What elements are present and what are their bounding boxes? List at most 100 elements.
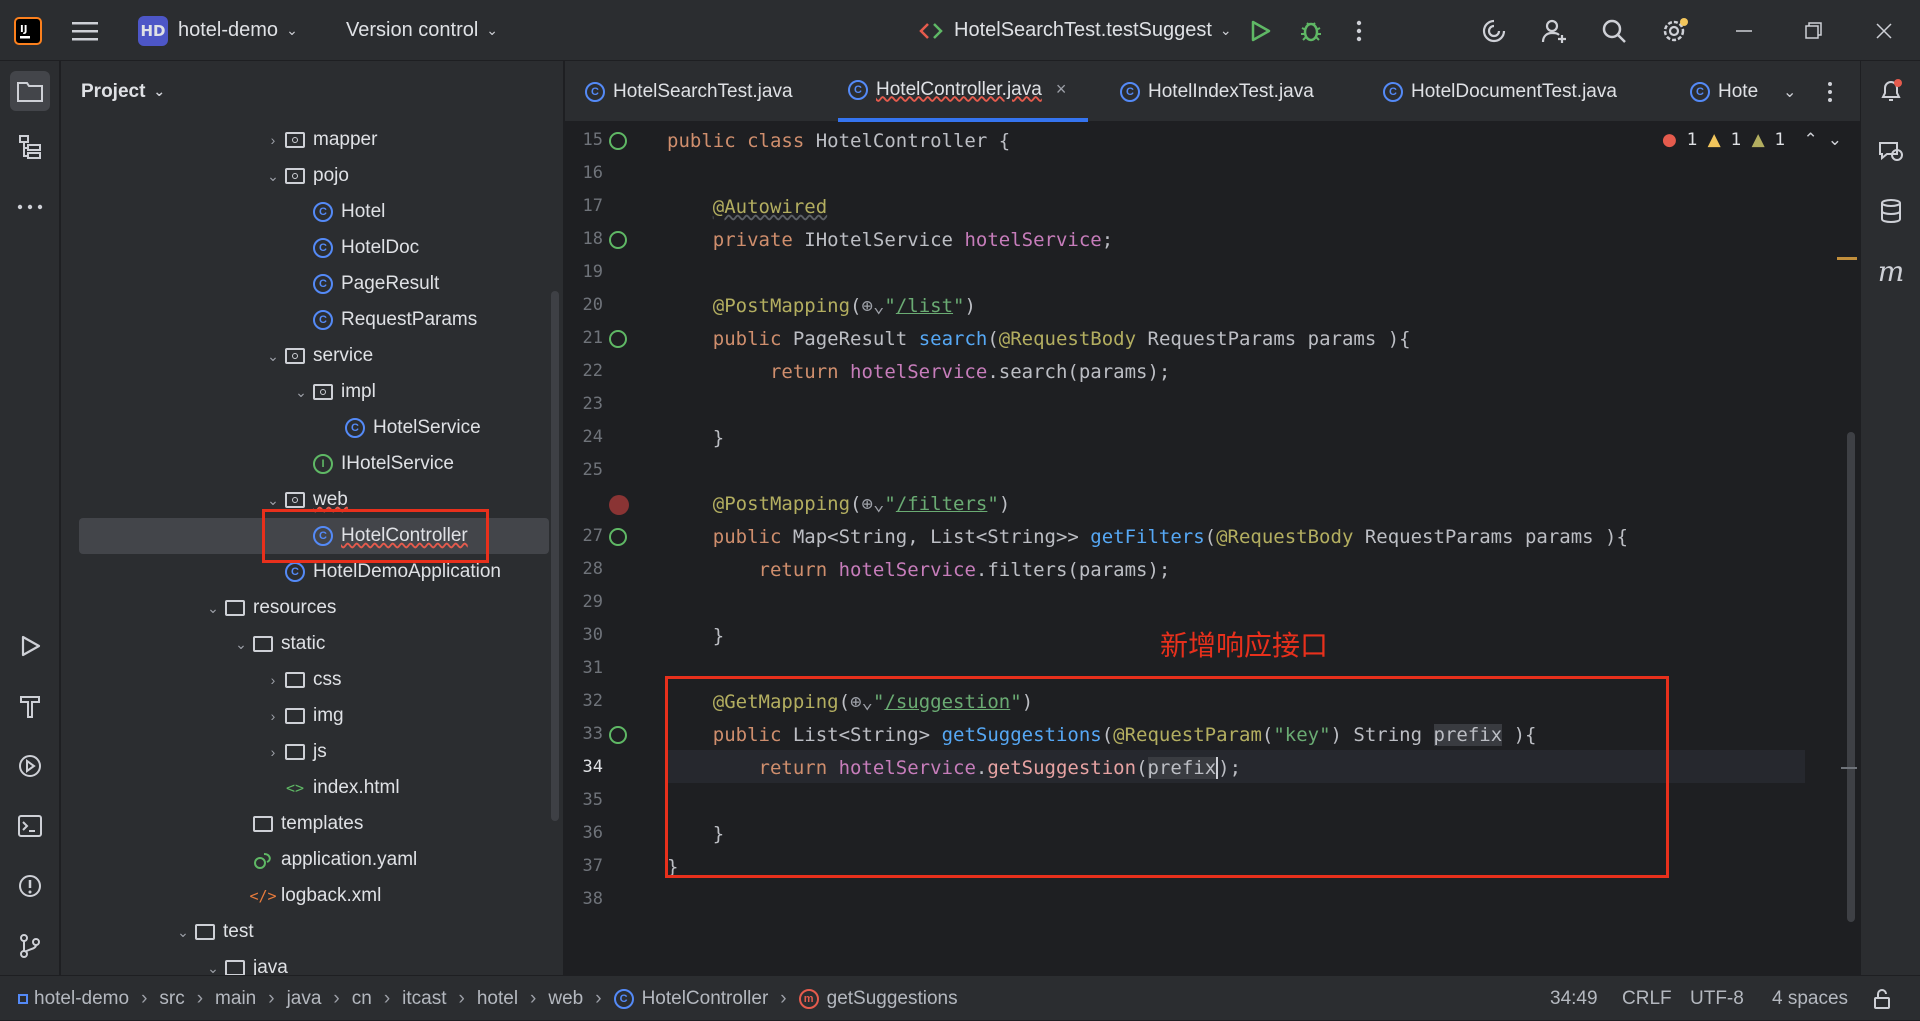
chevron-down-icon[interactable]: ⌄: [263, 492, 283, 509]
restore-icon[interactable]: [1804, 0, 1824, 61]
line-number[interactable]: 29: [565, 592, 603, 612]
next-highlight-icon[interactable]: ⌄: [1828, 130, 1842, 150]
breadcrumb-item[interactable]: cn: [352, 988, 372, 1010]
tab-options-icon[interactable]: [1827, 61, 1833, 122]
tree-item[interactable]: C Hotel: [61, 194, 563, 230]
line-number[interactable]: 36: [565, 823, 603, 843]
chevron-right-icon[interactable]: ›: [263, 672, 283, 688]
tree-item[interactable]: <> index.html: [61, 770, 563, 806]
line-number[interactable]: 17: [565, 196, 603, 216]
breadcrumb-item[interactable]: HotelController: [642, 988, 769, 1010]
bean-icon[interactable]: [609, 231, 627, 249]
ai-chat-icon[interactable]: [1871, 131, 1911, 171]
tree-item[interactable]: › mapper: [61, 122, 563, 158]
app-logo-icon[interactable]: IJ: [14, 0, 42, 61]
endpoint-icon[interactable]: [609, 528, 627, 546]
bean-icon[interactable]: [609, 132, 627, 150]
line-number[interactable]: 35: [565, 790, 603, 810]
line-number[interactable]: 18: [565, 229, 603, 249]
tabs-dropdown-icon[interactable]: ⌄: [1783, 61, 1796, 122]
tree-item[interactable]: ⌄ impl: [61, 374, 563, 410]
tab-hote[interactable]: C Hote: [1690, 61, 1760, 122]
chevron-right-icon[interactable]: ›: [263, 744, 283, 760]
more-tools-icon[interactable]: [10, 187, 50, 227]
main-menu-icon[interactable]: [72, 0, 100, 61]
line-number[interactable]: 34: [565, 757, 603, 777]
git-tool-icon[interactable]: [10, 926, 50, 966]
project-tool-icon[interactable]: [10, 71, 50, 111]
breadcrumb-item[interactable]: hotel-demo: [34, 988, 129, 1010]
add-user-icon[interactable]: [1540, 0, 1568, 61]
chevron-down-icon[interactable]: ⌄: [231, 636, 251, 653]
run-config-selector[interactable]: HotelSearchTest.testSuggest ⌄: [918, 0, 1232, 61]
line-number[interactable]: 31: [565, 658, 603, 678]
build-tool-icon[interactable]: [10, 686, 50, 726]
line-number[interactable]: 28: [565, 559, 603, 579]
tab-hotelsearchtest[interactable]: C HotelSearchTest.java: [585, 61, 815, 122]
line-number[interactable]: 20: [565, 295, 603, 315]
settings-icon[interactable]: [1660, 0, 1690, 61]
project-selector[interactable]: HD hotel-demo ⌄: [138, 0, 298, 61]
tree-item[interactable]: C HotelDoc: [61, 230, 563, 266]
line-number[interactable]: 32: [565, 691, 603, 711]
breadcrumb-item[interactable]: src: [159, 988, 184, 1010]
project-panel-header[interactable]: Project ⌄: [61, 61, 563, 122]
line-number[interactable]: 30: [565, 625, 603, 645]
line-number[interactable]: 19: [565, 262, 603, 282]
tree-item[interactable]: › img: [61, 698, 563, 734]
tree-item[interactable]: ⌄ resources: [61, 590, 563, 626]
line-number[interactable]: 33: [565, 724, 603, 744]
terminal-tool-icon[interactable]: [10, 806, 50, 846]
line-number[interactable]: 25: [565, 460, 603, 480]
search-icon[interactable]: [1600, 0, 1628, 61]
line-number[interactable]: 22: [565, 361, 603, 381]
chevron-right-icon[interactable]: ›: [263, 132, 283, 148]
file-encoding[interactable]: UTF-8: [1690, 976, 1744, 1021]
tree-item[interactable]: › js: [61, 734, 563, 770]
endpoint-icon[interactable]: [609, 726, 627, 744]
close-tab-icon[interactable]: ×: [1056, 79, 1067, 100]
line-separator[interactable]: CRLF: [1622, 976, 1672, 1021]
code-editor[interactable]: 15 16 17 18 19 20 21 22 23 24 25 27 28 29 30 31 32 33 34 35…: [565, 122, 1860, 975]
chevron-down-icon[interactable]: ⌄: [173, 924, 193, 941]
tree-item[interactable]: ⌄ static: [61, 626, 563, 662]
prev-highlight-icon[interactable]: ⌃: [1803, 130, 1817, 150]
tree-item[interactable]: C PageResult: [61, 266, 563, 302]
tree-item[interactable]: ⌄ java: [61, 950, 563, 975]
tree-item[interactable]: ⌄ pojo: [61, 158, 563, 194]
breadcrumb-item[interactable]: hotel: [477, 988, 518, 1010]
services-tool-icon[interactable]: [10, 746, 50, 786]
tree-item[interactable]: › css: [61, 662, 563, 698]
chevron-down-icon[interactable]: ⌄: [291, 384, 311, 401]
problems-tool-icon[interactable]: [10, 866, 50, 906]
indent-setting[interactable]: 4 spaces: [1772, 976, 1848, 1021]
endpoint-icon[interactable]: [609, 330, 627, 348]
tree-item[interactable]: templates: [61, 806, 563, 842]
tree-item[interactable]: ⌄ test: [61, 914, 563, 950]
tab-hoteldocumenttest[interactable]: C HotelDocumentTest.java: [1383, 61, 1643, 122]
tree-item[interactable]: C RequestParams: [61, 302, 563, 338]
caret-position[interactable]: 34:49: [1550, 976, 1598, 1021]
line-number[interactable]: 15: [565, 130, 603, 150]
breadcrumb-item[interactable]: itcast: [402, 988, 446, 1010]
database-icon[interactable]: [1871, 191, 1911, 231]
line-number[interactable]: 37: [565, 856, 603, 876]
tab-hotelindextest[interactable]: C HotelIndexTest.java: [1120, 61, 1350, 122]
breadcrumb-item[interactable]: getSuggestions: [827, 988, 958, 1010]
breadcrumb-item[interactable]: main: [215, 988, 256, 1010]
structure-tool-icon[interactable]: [10, 127, 50, 167]
run-icon[interactable]: [1248, 0, 1272, 61]
line-number[interactable]: 21: [565, 328, 603, 348]
tree-item[interactable]: </> logback.xml: [61, 878, 563, 914]
editor-scrollbar[interactable]: [1847, 432, 1855, 922]
tree-item[interactable]: C HotelService: [61, 410, 563, 446]
tab-hotelcontroller[interactable]: C HotelController.java ×: [838, 61, 1088, 122]
ai-assistant-icon[interactable]: [1480, 0, 1508, 61]
line-number[interactable]: 27: [565, 526, 603, 546]
line-number[interactable]: 24: [565, 427, 603, 447]
minimize-icon[interactable]: [1734, 0, 1754, 61]
tree-scrollbar[interactable]: [551, 291, 559, 821]
more-actions-icon[interactable]: [1356, 0, 1362, 61]
notifications-icon[interactable]: [1871, 71, 1911, 111]
chevron-down-icon[interactable]: ⌄: [263, 168, 283, 185]
